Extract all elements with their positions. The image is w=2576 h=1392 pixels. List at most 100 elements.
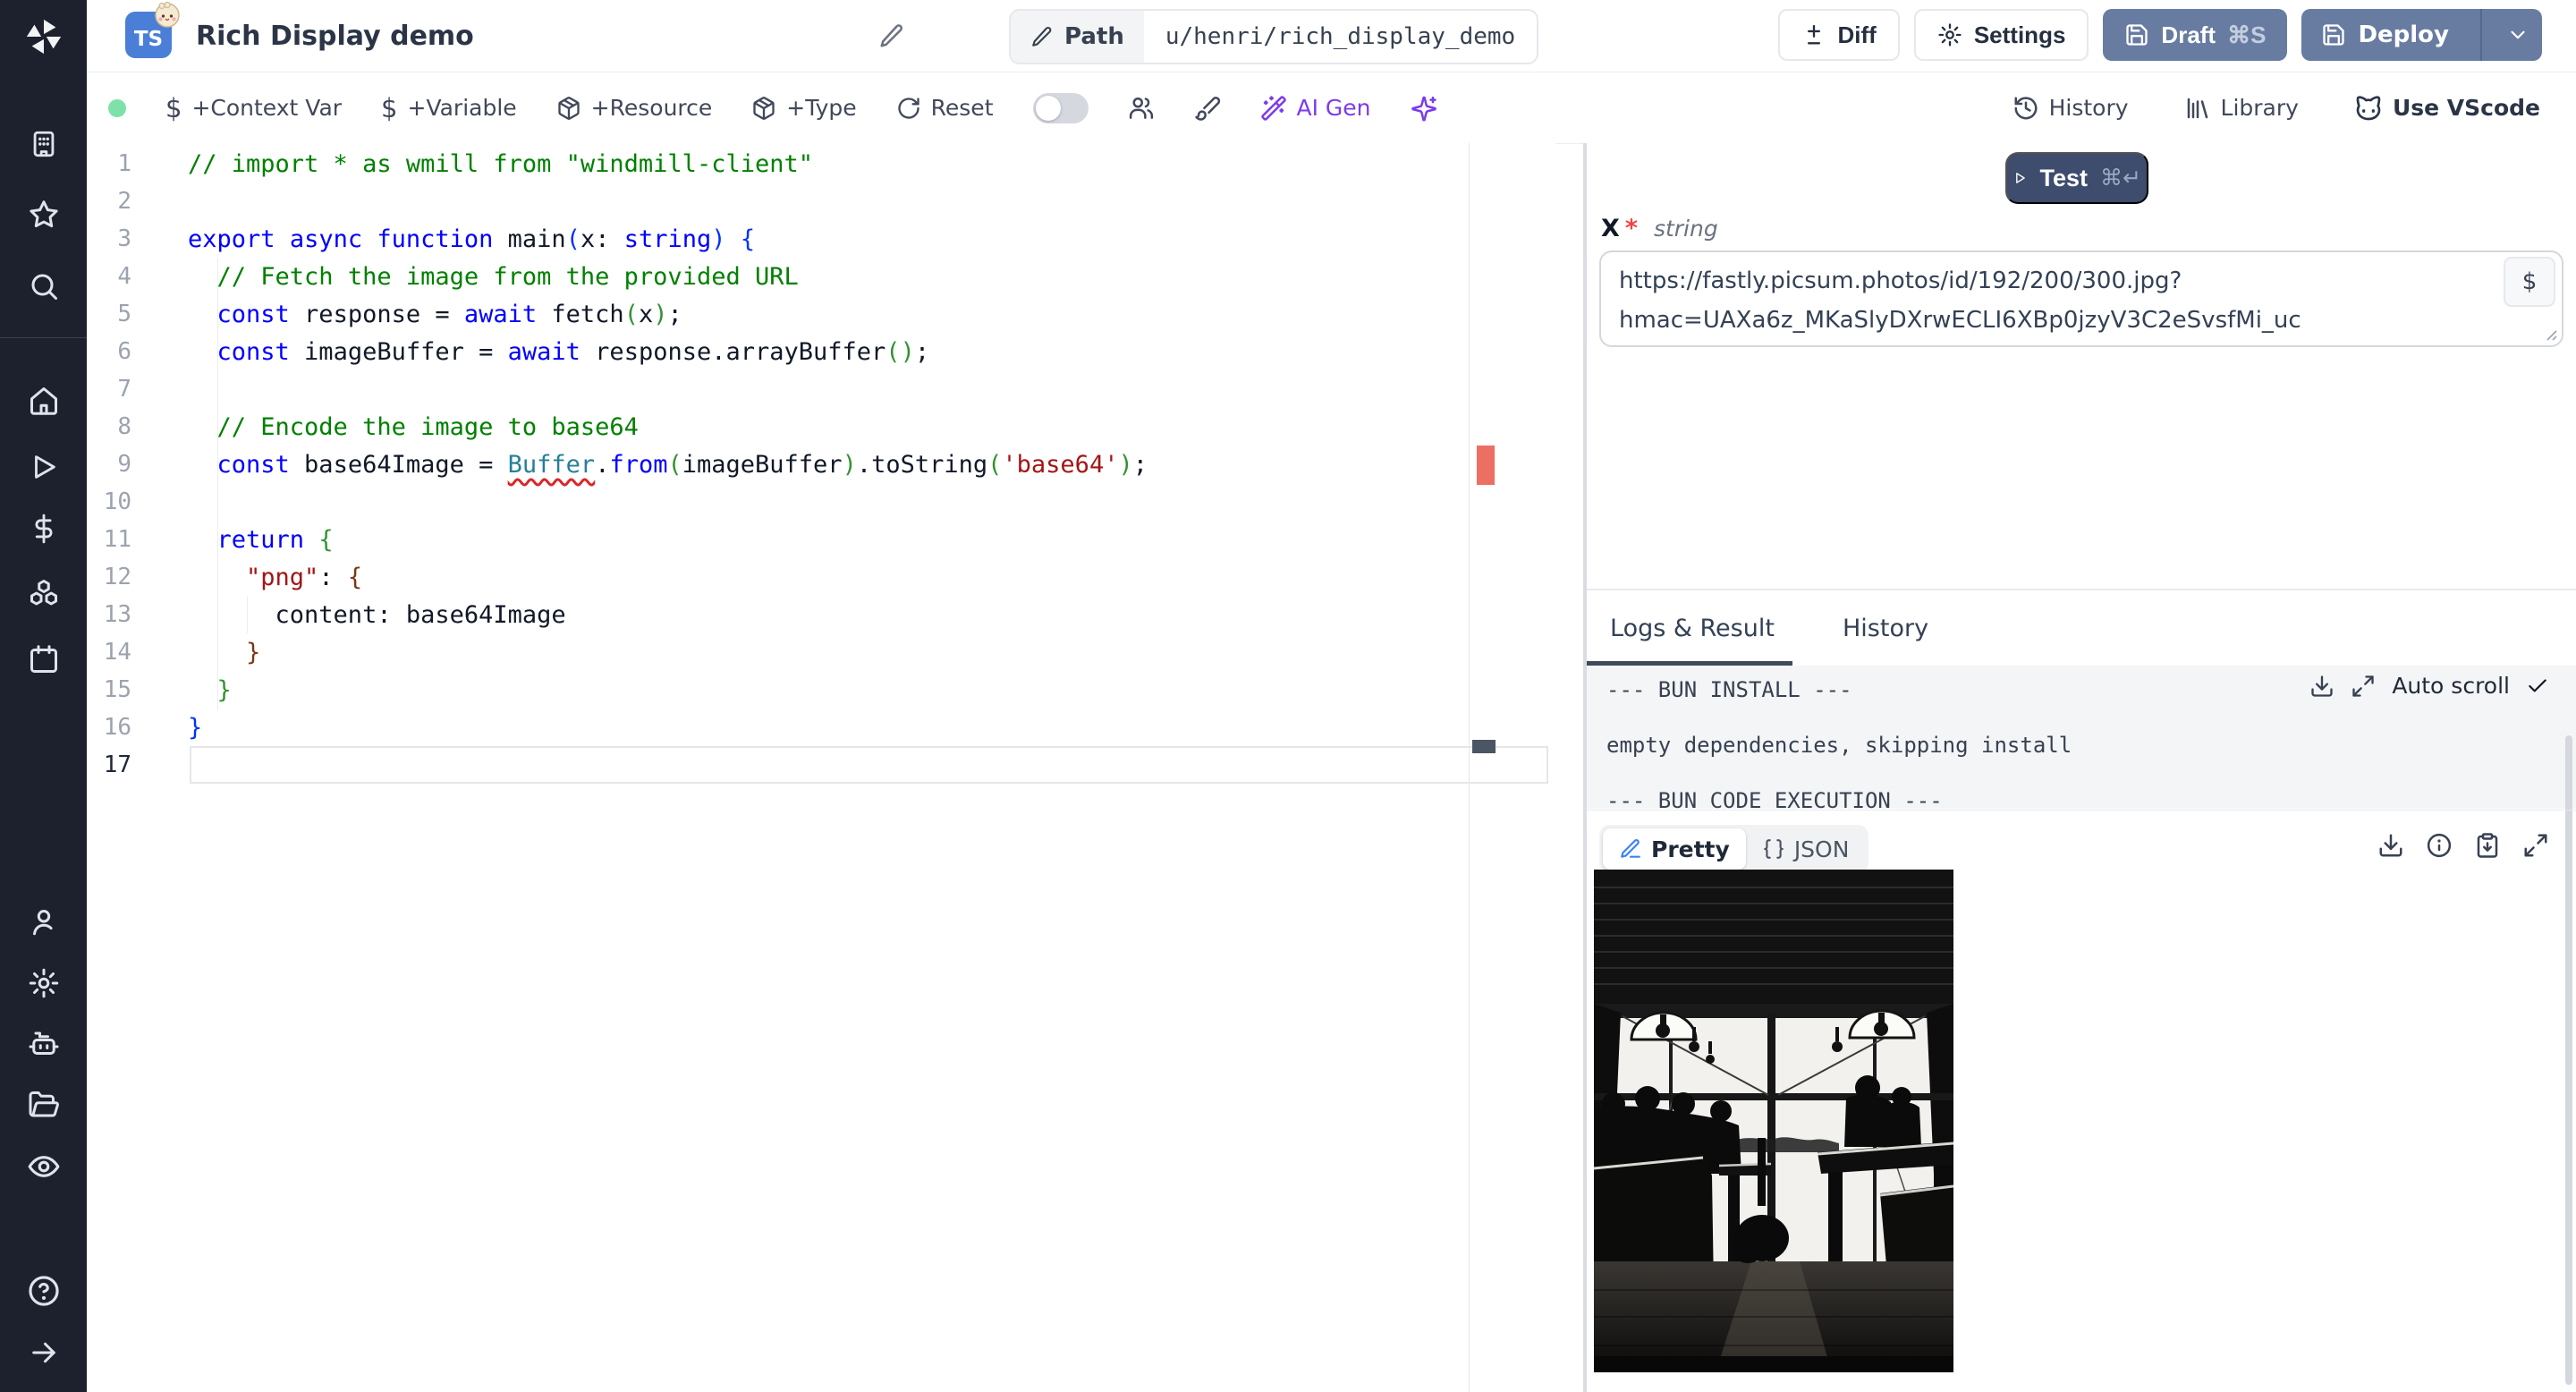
schedules-calendar-icon[interactable] [28,643,60,675]
info-icon[interactable] [2426,832,2453,859]
code-line[interactable]: 3 export async function main(x: string) { [87,220,1555,258]
format-brush-button[interactable] [1194,95,1221,122]
copy-clipboard-icon[interactable] [2474,832,2501,859]
deploy-dropdown-button[interactable] [2494,23,2542,47]
view-pretty-button[interactable]: Pretty [1603,828,1746,870]
user-icon[interactable] [28,906,60,938]
code-text: "png": { [246,563,363,591]
code-line[interactable]: 9 const base64Image = Buffer.from(imageB… [87,446,1555,483]
home-icon[interactable] [28,385,60,417]
audit-eye-icon[interactable] [27,1150,61,1184]
result-view-switch: Pretty JSON [1599,825,1869,873]
code-line[interactable]: 11 return { [87,521,1555,558]
gear-icon [1938,23,1962,47]
add-type-button[interactable]: +Type [751,95,857,121]
search-icon[interactable] [28,270,60,302]
assistant-toggle[interactable] [1032,92,1089,123]
runs-play-icon[interactable] [29,452,59,482]
add-resource-button[interactable]: +Resource [556,95,712,121]
sidebar [0,0,87,1392]
line-number: 5 [117,301,131,327]
code-line[interactable]: 5 const response = await fetch(x); [87,295,1555,333]
download-result-icon[interactable] [2377,832,2404,859]
editor-toolbar: $ +Context Var $ +Variable +Resource +Ty… [87,72,2576,144]
add-variable-button[interactable]: $ +Variable [381,93,517,123]
favorites-star-icon[interactable] [28,199,60,231]
indent-guide [247,596,248,633]
variables-dollar-icon[interactable] [29,514,59,544]
editor-scrollbar-thumb[interactable] [1472,740,1496,753]
add-context-var-button[interactable]: $ +Context Var [165,93,342,123]
ai-sparkles-button[interactable] [1411,95,1437,122]
path-editor[interactable]: Path u/henri/rich_display_demo [1009,9,1539,64]
settings-button[interactable]: Settings [1913,9,2089,61]
code-line[interactable]: 4 // Fetch the image from the provided U… [87,258,1555,295]
download-logs-icon[interactable] [2309,674,2334,699]
indent-guide [217,258,218,710]
code-line[interactable]: 17 [87,746,1555,784]
workers-robot-icon[interactable] [28,1028,60,1060]
code-line[interactable]: 8 // Encode the image to base64 [87,408,1555,446]
code-line[interactable]: 13 content: base64Image [87,596,1555,633]
refresh-icon [898,97,919,119]
help-icon[interactable] [27,1274,61,1308]
reset-button[interactable]: Reset [896,95,994,121]
code-text: const response = await fetch(x); [216,300,682,328]
code-line[interactable]: 6 const imageBuffer = await response.arr… [87,333,1555,370]
code-line[interactable]: 14 } [87,633,1555,671]
line-number: 1 [117,150,131,177]
pencil-icon [1032,26,1052,47]
view-json-button[interactable]: JSON [1746,828,1866,870]
code-editor[interactable]: 1 // import * as wmill from "windmill-cli… [87,143,1555,1392]
brush-icon [1194,96,1220,121]
workspace-building-icon[interactable] [29,129,59,159]
deploy-button[interactable]: Deploy [2301,21,2469,48]
resources-boxes-icon[interactable] [28,577,60,609]
pen-icon [1621,839,1640,858]
use-vscode-button[interactable]: Use VScode [2354,94,2540,123]
diff-button[interactable]: Diff [1777,9,1900,61]
dollar-icon: $ [165,92,182,123]
library-button[interactable]: Library [2184,95,2299,122]
line-number: 9 [117,451,131,478]
code-line[interactable]: 1 // import * as wmill from "windmill-cli… [87,145,1555,182]
ai-gen-button[interactable]: AI Gen [1260,95,1371,122]
test-button[interactable]: Test ⌘↵ [2005,152,2148,204]
fullscreen-result-icon[interactable] [2522,832,2549,859]
code-line[interactable]: 12 "png": { [87,558,1555,596]
arg-type: string [1653,216,1718,242]
deploy-label: Deploy [2358,21,2449,48]
settings-label: Settings [1973,21,2066,48]
package-icon [753,96,775,120]
windmill-logo-icon[interactable] [23,16,64,57]
code-line[interactable]: 7 [87,370,1555,408]
code-line[interactable]: 15 } [87,671,1555,709]
collapse-arrow-right-icon[interactable] [28,1337,60,1369]
folders-icon[interactable] [28,1089,60,1121]
code-line[interactable]: 16} [87,709,1555,746]
braces-icon [1763,839,1784,859]
collab-users-button[interactable] [1128,95,1155,122]
insert-variable-button[interactable]: $ [2504,257,2555,307]
argument-header: X * string [1601,215,1718,242]
expand-logs-icon[interactable] [2351,674,2376,699]
save-icon [2323,24,2345,46]
code-text: content: base64Image [188,600,566,629]
panel-scrollbar-thumb[interactable] [2565,735,2572,1385]
arg-value-input[interactable]: https://fastly.picsum.photos/id/192/200/… [1599,250,2563,347]
history-button[interactable]: History [2012,95,2129,122]
code-line[interactable]: 10 [87,483,1555,521]
deploy-divider [2480,9,2482,61]
draft-button[interactable]: Draft ⌘S [2103,9,2288,61]
settings-gear-icon[interactable] [28,967,60,999]
view-pretty-label: Pretty [1651,836,1730,862]
line-number: 4 [117,263,131,290]
tab-logs-result[interactable]: Logs & Result [1610,590,1775,666]
edit-summary-pencil-icon[interactable] [878,22,905,49]
view-json-label: JSON [1793,836,1850,862]
resize-grip-icon[interactable] [2542,326,2558,342]
path-button[interactable]: Path [1011,11,1144,63]
code-line[interactable]: 2 [87,182,1555,220]
tab-history[interactable]: History [1843,590,1928,666]
auto-scroll-label[interactable]: Auto scroll [2392,673,2510,699]
